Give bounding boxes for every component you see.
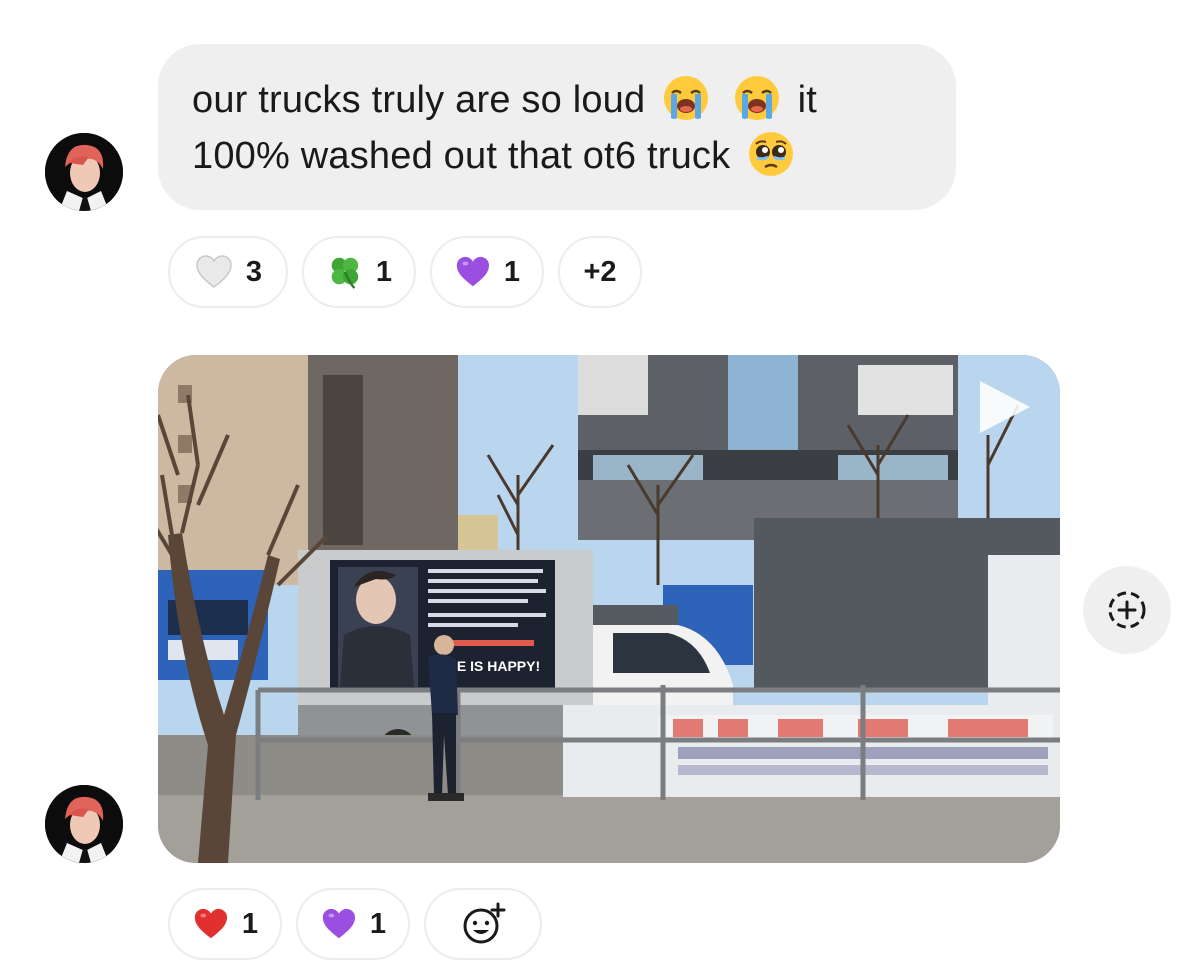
loudly-crying-face-icon [664,76,709,120]
reaction-count: 1 [503,255,520,288]
add-reaction-button[interactable] [424,888,542,960]
loudly-crying-face-icon [734,76,779,120]
reaction-red-heart[interactable]: 1 [168,888,282,960]
reaction-four-leaf-clover[interactable]: 1 [302,236,416,308]
reaction-count: 3 [245,255,263,288]
reactions-row-1: 3 1 1 +2 [168,236,642,308]
white-heart-icon [196,255,232,288]
message-line-1-suffix: it [797,79,818,121]
pleading-face-icon [749,132,794,176]
reaction-more-label: +2 [583,255,617,288]
reaction-white-heart[interactable]: 3 [168,236,288,308]
message-bubble[interactable]: our trucks truly are so loud it 100% was… [158,44,956,210]
message-line-1: our trucks truly are so loud [192,79,646,121]
message-text: our trucks truly are so loud it 100% was… [192,72,922,184]
purple-heart-icon [322,908,356,939]
red-heart-icon [194,908,228,939]
reaction-count: 1 [375,255,392,288]
message-line-2: 100% washed out that ot6 truck [192,135,731,177]
reaction-purple-heart[interactable]: 1 [430,236,544,308]
sender-avatar[interactable] [45,133,123,211]
reactions-row-2: 1 1 [168,888,542,960]
reaction-count: 1 [241,907,258,940]
sender-avatar[interactable] [45,785,123,863]
add-circle-dashed-icon[interactable] [1083,566,1171,654]
reaction-more[interactable]: +2 [558,236,642,308]
four-leaf-clover-icon [331,257,359,289]
purple-heart-icon [456,256,490,287]
video-message[interactable]: ONE IS HAPPY! [158,355,1060,863]
reaction-count: 1 [369,907,386,940]
reaction-purple-heart[interactable]: 1 [296,888,410,960]
play-icon[interactable] [976,377,1034,437]
video-thumbnail: ONE IS HAPPY! [158,355,1060,863]
add-reaction-icon [463,902,506,944]
